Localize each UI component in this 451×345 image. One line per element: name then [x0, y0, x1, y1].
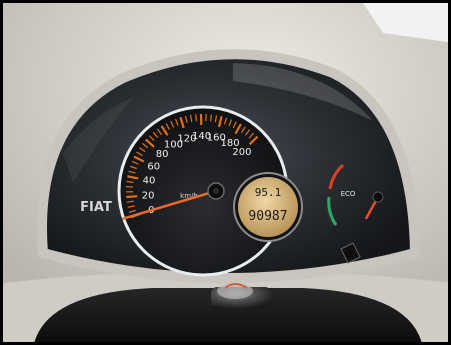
speed-scale-label: 40	[143, 176, 156, 187]
speed-scale-label: 200	[232, 147, 251, 158]
major-tick	[126, 195, 138, 199]
eco-needle-hub	[372, 191, 384, 203]
fiat-logo-text: FIAT	[80, 200, 112, 215]
minor-tick	[195, 114, 198, 122]
eco-label: ECO	[341, 190, 356, 198]
photo-frame: FIAT 020406080100120140160180200 km/h 95…	[0, 0, 451, 345]
column-knob-highlight	[217, 283, 253, 299]
dashboard-scene: FIAT 020406080100120140160180200 km/h 95…	[3, 3, 448, 342]
trip-distance: 95.1	[255, 186, 282, 199]
needle-hub-cap	[213, 188, 219, 194]
speed-scale-label: 20	[142, 190, 155, 201]
total-distance: 90987	[248, 209, 287, 224]
speed-scale-label: 60	[147, 161, 160, 172]
minor-tick	[210, 114, 212, 122]
speed-scale-label: 80	[156, 149, 169, 160]
odometer-display: 95.1 90987	[233, 172, 303, 242]
